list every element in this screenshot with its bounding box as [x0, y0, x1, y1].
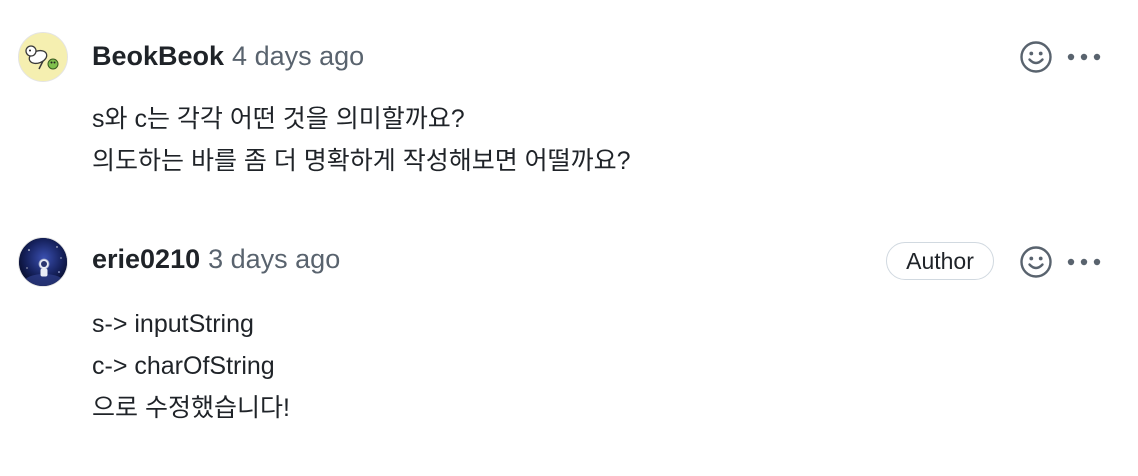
timestamp[interactable]: 3 days ago [208, 244, 340, 275]
more-options-button[interactable] [1064, 242, 1104, 282]
more-options-button[interactable] [1064, 37, 1104, 77]
comment-header: erie0210 3 days ago [92, 239, 340, 279]
astronaut-avatar-icon [19, 238, 67, 286]
comment: erie0210 3 days ago Author s-> inputStri… [0, 210, 1138, 476]
comment-line: 으로 수정했습니다! [92, 394, 290, 422]
comment-line: 의도하는 바를 좀 더 명확하게 작성해보면 어떨까요? [92, 147, 631, 175]
smiley-icon [1020, 246, 1052, 278]
comment-header: BeokBeok 4 days ago [92, 36, 364, 76]
comment-line: c-> charOfString [92, 352, 275, 380]
author-name[interactable]: erie0210 [92, 244, 200, 275]
avatar[interactable] [18, 237, 68, 287]
smiley-icon [1020, 41, 1052, 73]
comment-line: s-> inputString [92, 310, 254, 338]
timestamp[interactable]: 4 days ago [232, 41, 364, 72]
avatar[interactable] [18, 32, 68, 82]
comment-body: s와 c는 각각 어떤 것을 의미할까요? 의도하는 바를 좀 더 명확하게 작… [92, 98, 631, 182]
add-reaction-button[interactable] [1016, 37, 1056, 77]
author-badge: Author [886, 242, 994, 280]
otter-avatar-icon [19, 33, 67, 81]
comment-body: s-> inputString c-> charOfString 으로 수정했습… [92, 303, 290, 429]
kebab-horizontal-icon [1067, 258, 1101, 266]
comment: BeokBeok 4 days ago s와 c는 각각 어떤 것을 의미할까요… [0, 0, 1138, 210]
add-reaction-button[interactable] [1016, 242, 1056, 282]
comment-line: s와 c는 각각 어떤 것을 의미할까요? [92, 105, 465, 133]
kebab-horizontal-icon [1067, 53, 1101, 61]
author-name[interactable]: BeokBeok [92, 41, 224, 72]
